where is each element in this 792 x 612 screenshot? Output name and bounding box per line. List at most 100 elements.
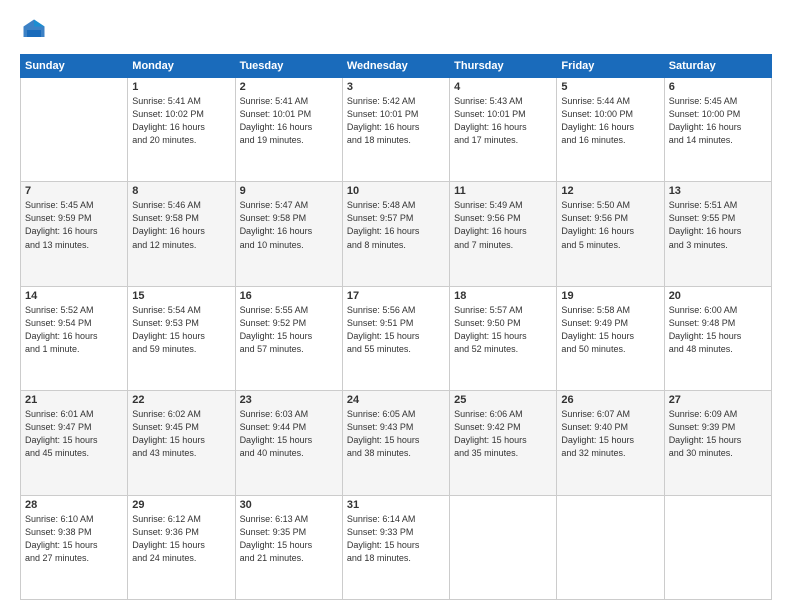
- day-info: Sunrise: 6:00 AM Sunset: 9:48 PM Dayligh…: [669, 304, 767, 356]
- calendar-cell: 17 Sunrise: 5:56 AM Sunset: 9:51 PM Dayli…: [342, 286, 449, 390]
- day-info: Sunrise: 6:10 AM Sunset: 9:38 PM Dayligh…: [25, 513, 123, 565]
- weekday-header: Wednesday: [342, 55, 449, 78]
- day-number: 30: [240, 499, 338, 511]
- day-number: 5: [561, 81, 659, 93]
- day-number: 26: [561, 394, 659, 406]
- calendar-cell: 12 Sunrise: 5:50 AM Sunset: 9:56 PM Dayli…: [557, 182, 664, 286]
- day-info: Sunrise: 6:01 AM Sunset: 9:47 PM Dayligh…: [25, 408, 123, 460]
- day-info: Sunrise: 5:41 AM Sunset: 10:01 PM Daylig…: [240, 95, 338, 147]
- header: [20, 16, 772, 44]
- day-info: Sunrise: 5:48 AM Sunset: 9:57 PM Dayligh…: [347, 199, 445, 251]
- day-number: 9: [240, 185, 338, 197]
- day-info: Sunrise: 5:58 AM Sunset: 9:49 PM Dayligh…: [561, 304, 659, 356]
- calendar-week-row: 1 Sunrise: 5:41 AM Sunset: 10:02 PM Dayli…: [21, 78, 772, 182]
- day-number: 28: [25, 499, 123, 511]
- day-number: 17: [347, 290, 445, 302]
- day-info: Sunrise: 5:43 AM Sunset: 10:01 PM Daylig…: [454, 95, 552, 147]
- logo-icon: [20, 16, 48, 44]
- calendar-cell: [450, 495, 557, 599]
- day-info: Sunrise: 6:03 AM Sunset: 9:44 PM Dayligh…: [240, 408, 338, 460]
- day-info: Sunrise: 5:50 AM Sunset: 9:56 PM Dayligh…: [561, 199, 659, 251]
- day-info: Sunrise: 6:13 AM Sunset: 9:35 PM Dayligh…: [240, 513, 338, 565]
- day-info: Sunrise: 5:46 AM Sunset: 9:58 PM Dayligh…: [132, 199, 230, 251]
- day-info: Sunrise: 6:06 AM Sunset: 9:42 PM Dayligh…: [454, 408, 552, 460]
- calendar-cell: 14 Sunrise: 5:52 AM Sunset: 9:54 PM Dayli…: [21, 286, 128, 390]
- calendar-cell: 15 Sunrise: 5:54 AM Sunset: 9:53 PM Dayli…: [128, 286, 235, 390]
- day-number: 18: [454, 290, 552, 302]
- day-info: Sunrise: 5:55 AM Sunset: 9:52 PM Dayligh…: [240, 304, 338, 356]
- calendar-cell: 8 Sunrise: 5:46 AM Sunset: 9:58 PM Daylig…: [128, 182, 235, 286]
- day-number: 8: [132, 185, 230, 197]
- calendar-cell: 27 Sunrise: 6:09 AM Sunset: 9:39 PM Dayli…: [664, 391, 771, 495]
- weekday-header: Saturday: [664, 55, 771, 78]
- day-info: Sunrise: 5:54 AM Sunset: 9:53 PM Dayligh…: [132, 304, 230, 356]
- calendar-cell: 2 Sunrise: 5:41 AM Sunset: 10:01 PM Dayli…: [235, 78, 342, 182]
- weekday-header: Tuesday: [235, 55, 342, 78]
- calendar-cell: 6 Sunrise: 5:45 AM Sunset: 10:00 PM Dayli…: [664, 78, 771, 182]
- calendar-cell: 3 Sunrise: 5:42 AM Sunset: 10:01 PM Dayli…: [342, 78, 449, 182]
- calendar-cell: 1 Sunrise: 5:41 AM Sunset: 10:02 PM Dayli…: [128, 78, 235, 182]
- day-number: 15: [132, 290, 230, 302]
- calendar-cell: 23 Sunrise: 6:03 AM Sunset: 9:44 PM Dayli…: [235, 391, 342, 495]
- day-number: 29: [132, 499, 230, 511]
- day-number: 6: [669, 81, 767, 93]
- calendar-week-row: 7 Sunrise: 5:45 AM Sunset: 9:59 PM Daylig…: [21, 182, 772, 286]
- calendar-cell: 21 Sunrise: 6:01 AM Sunset: 9:47 PM Dayli…: [21, 391, 128, 495]
- calendar-cell: 7 Sunrise: 5:45 AM Sunset: 9:59 PM Daylig…: [21, 182, 128, 286]
- day-info: Sunrise: 6:09 AM Sunset: 9:39 PM Dayligh…: [669, 408, 767, 460]
- page: SundayMondayTuesdayWednesdayThursdayFrid…: [0, 0, 792, 612]
- weekday-header: Sunday: [21, 55, 128, 78]
- day-info: Sunrise: 5:41 AM Sunset: 10:02 PM Daylig…: [132, 95, 230, 147]
- calendar-header-row: SundayMondayTuesdayWednesdayThursdayFrid…: [21, 55, 772, 78]
- day-info: Sunrise: 6:14 AM Sunset: 9:33 PM Dayligh…: [347, 513, 445, 565]
- calendar-cell: [664, 495, 771, 599]
- calendar-cell: [21, 78, 128, 182]
- day-info: Sunrise: 6:12 AM Sunset: 9:36 PM Dayligh…: [132, 513, 230, 565]
- day-number: 7: [25, 185, 123, 197]
- calendar-cell: 19Sunrise: 5:58 AM Sunset: 9:49 PM Dayli…: [557, 286, 664, 390]
- calendar-week-row: 14 Sunrise: 5:52 AM Sunset: 9:54 PM Dayli…: [21, 286, 772, 390]
- day-info: Sunrise: 5:51 AM Sunset: 9:55 PM Dayligh…: [669, 199, 767, 251]
- day-info: Sunrise: 5:49 AM Sunset: 9:56 PM Dayligh…: [454, 199, 552, 251]
- day-number: 12: [561, 185, 659, 197]
- calendar-cell: 24Sunrise: 6:05 AM Sunset: 9:43 PM Dayli…: [342, 391, 449, 495]
- day-number: 2: [240, 81, 338, 93]
- calendar-table: SundayMondayTuesdayWednesdayThursdayFrid…: [20, 54, 772, 600]
- day-number: 16: [240, 290, 338, 302]
- calendar-cell: 25 Sunrise: 6:06 AM Sunset: 9:42 PM Dayli…: [450, 391, 557, 495]
- calendar-cell: 13 Sunrise: 5:51 AM Sunset: 9:55 PM Dayli…: [664, 182, 771, 286]
- day-number: 4: [454, 81, 552, 93]
- calendar-cell: 10Sunrise: 5:48 AM Sunset: 9:57 PM Dayli…: [342, 182, 449, 286]
- day-number: 13: [669, 185, 767, 197]
- day-info: Sunrise: 6:07 AM Sunset: 9:40 PM Dayligh…: [561, 408, 659, 460]
- day-info: Sunrise: 5:57 AM Sunset: 9:50 PM Dayligh…: [454, 304, 552, 356]
- day-info: Sunrise: 6:05 AM Sunset: 9:43 PM Dayligh…: [347, 408, 445, 460]
- day-info: Sunrise: 5:45 AM Sunset: 10:00 PM Daylig…: [669, 95, 767, 147]
- calendar-cell: 28 Sunrise: 6:10 AM Sunset: 9:38 PM Dayli…: [21, 495, 128, 599]
- calendar-cell: 22 Sunrise: 6:02 AM Sunset: 9:45 PM Dayli…: [128, 391, 235, 495]
- day-info: Sunrise: 5:52 AM Sunset: 9:54 PM Dayligh…: [25, 304, 123, 356]
- day-number: 23: [240, 394, 338, 406]
- day-number: 25: [454, 394, 552, 406]
- calendar-week-row: 21 Sunrise: 6:01 AM Sunset: 9:47 PM Dayli…: [21, 391, 772, 495]
- day-info: Sunrise: 6:02 AM Sunset: 9:45 PM Dayligh…: [132, 408, 230, 460]
- weekday-header: Monday: [128, 55, 235, 78]
- day-number: 22: [132, 394, 230, 406]
- calendar-cell: 26 Sunrise: 6:07 AM Sunset: 9:40 PM Dayli…: [557, 391, 664, 495]
- calendar-cell: 11Sunrise: 5:49 AM Sunset: 9:56 PM Dayli…: [450, 182, 557, 286]
- logo: [20, 16, 52, 44]
- calendar-week-row: 28 Sunrise: 6:10 AM Sunset: 9:38 PM Dayli…: [21, 495, 772, 599]
- day-info: Sunrise: 5:45 AM Sunset: 9:59 PM Dayligh…: [25, 199, 123, 251]
- day-number: 21: [25, 394, 123, 406]
- day-info: Sunrise: 5:42 AM Sunset: 10:01 PM Daylig…: [347, 95, 445, 147]
- day-number: 27: [669, 394, 767, 406]
- day-number: 3: [347, 81, 445, 93]
- weekday-header: Friday: [557, 55, 664, 78]
- day-info: Sunrise: 5:44 AM Sunset: 10:00 PM Daylig…: [561, 95, 659, 147]
- day-number: 31: [347, 499, 445, 511]
- day-number: 1: [132, 81, 230, 93]
- day-number: 14: [25, 290, 123, 302]
- day-info: Sunrise: 5:56 AM Sunset: 9:51 PM Dayligh…: [347, 304, 445, 356]
- calendar-cell: 18 Sunrise: 5:57 AM Sunset: 9:50 PM Dayli…: [450, 286, 557, 390]
- day-info: Sunrise: 5:47 AM Sunset: 9:58 PM Dayligh…: [240, 199, 338, 251]
